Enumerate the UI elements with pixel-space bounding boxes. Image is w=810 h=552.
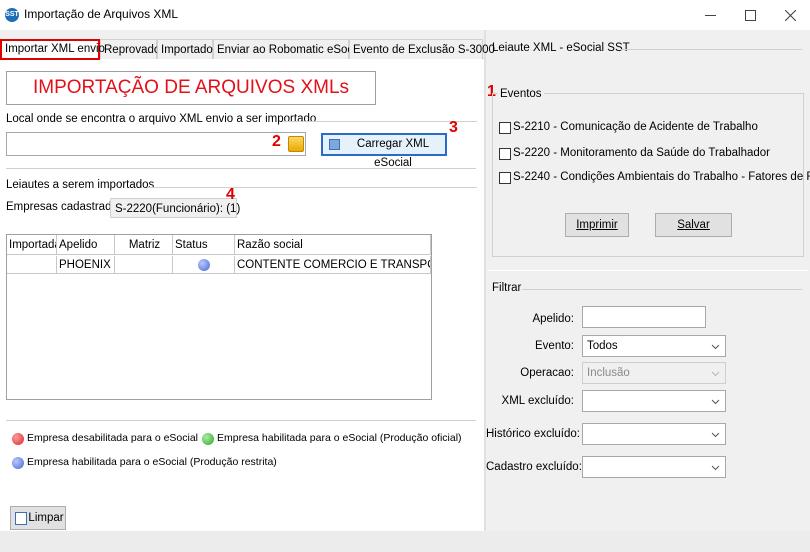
historico-excluido-select[interactable]	[582, 423, 726, 445]
event-s2240-label[interactable]: S-2240 - Condições Ambientais do Trabalh…	[513, 171, 810, 183]
chevron-down-icon	[711, 371, 720, 377]
checkbox-s2240[interactable]	[499, 172, 511, 184]
event-s2220-label[interactable]: S-2220 - Monitoramento da Saúde do Traba…	[513, 147, 770, 159]
cell-apelido[interactable]: PHOENIX	[57, 256, 115, 274]
document-icon	[329, 139, 340, 150]
layout-group-title: Leiaute XML - eSocial SST	[492, 42, 630, 54]
save-button[interactable]: Salvar	[655, 213, 732, 237]
filter-cadastro-excluido-label: Cadastro excluído:	[486, 461, 582, 473]
minimize-button[interactable]	[690, 0, 730, 30]
checkbox-s2210[interactable]	[499, 122, 511, 134]
apelido-input[interactable]	[582, 306, 706, 328]
section-divider	[6, 168, 476, 169]
clear-button[interactable]: Limpar	[10, 506, 66, 530]
legend-official-text: Empresa habilitada para o eSocial (Produ…	[217, 432, 462, 444]
tab-evento-exclusao[interactable]: Evento de Exclusão S-3000	[349, 39, 495, 59]
window-title: Importação de Arquivos XML	[24, 7, 179, 21]
cadastro-excluido-select[interactable]	[582, 456, 726, 478]
legend-restricted-text: Empresa habilitada para o eSocial (Produ…	[27, 456, 277, 468]
column-header-apelido[interactable]: Apelido	[57, 235, 115, 255]
filter-title: Filtrar	[492, 282, 522, 294]
clear-document-icon	[15, 512, 27, 525]
subtab-empresas-cadastradas[interactable]: Empresas cadastradas	[6, 201, 124, 213]
minimize-icon	[704, 14, 716, 16]
evento-select-value: Todos	[587, 340, 618, 352]
close-button[interactable]	[770, 0, 810, 30]
filter-divider	[522, 289, 802, 290]
maximize-icon	[744, 9, 756, 21]
events-group-title: Eventos	[498, 88, 544, 100]
checkbox-s2220[interactable]	[499, 148, 511, 160]
local-label: Local onde se encontra o arquivo XML env…	[6, 113, 317, 125]
legend-red-icon	[12, 433, 24, 445]
chevron-down-icon	[711, 432, 720, 438]
load-xml-esocial-button[interactable]: Carregar XML eSocial	[321, 133, 447, 169]
subtab-s2220-funcionario[interactable]: S-2220(Funcionário): (1)	[110, 198, 240, 218]
operacao-select[interactable]: Inclusão	[582, 362, 726, 384]
print-button[interactable]: Imprimir	[565, 213, 629, 237]
legend-disabled-text: Empresa desabilitada para o eSocial	[27, 432, 199, 444]
chevron-down-icon	[711, 344, 720, 350]
operacao-select-value: Inclusão	[587, 367, 630, 379]
chevron-down-icon	[711, 465, 720, 471]
legend-blue-icon	[12, 457, 24, 469]
panel-splitter[interactable]	[484, 30, 486, 531]
filter-separator	[488, 270, 808, 271]
filter-historico-excluido-label: Histórico excluído:	[486, 428, 580, 440]
cell-importada[interactable]	[7, 256, 57, 274]
column-header-status[interactable]: Status	[173, 235, 235, 255]
xml-path-input[interactable]	[6, 132, 306, 156]
maximize-button[interactable]	[730, 0, 770, 30]
bottom-strip	[0, 531, 810, 552]
layouts-divider	[147, 187, 477, 188]
local-divider	[283, 121, 477, 122]
filter-xml-excluido-label: XML excluído:	[501, 395, 574, 407]
layouts-label: Leiautes a serem importados	[6, 179, 155, 191]
tab-importado[interactable]: Importado	[157, 39, 213, 59]
filter-operacao-label: Operacao:	[520, 367, 574, 379]
tab-reprovado[interactable]: Reprovado	[100, 39, 160, 59]
evento-select[interactable]: Todos	[582, 335, 726, 357]
cell-razao-social[interactable]: CONTENTE COMERCIO E TRANSPORTE LTD	[235, 256, 431, 274]
folder-icon[interactable]	[288, 136, 304, 152]
tab-enviar-robomatic[interactable]: Enviar ao Robomatic eSocial	[213, 39, 365, 59]
filter-evento-label: Evento:	[535, 340, 574, 352]
legend-green-icon	[202, 433, 214, 445]
column-header-matriz[interactable]: Matriz	[115, 235, 173, 255]
clear-button-label: Limpar	[28, 512, 64, 524]
layout-group-divider	[620, 49, 802, 50]
column-header-importada[interactable]: Importada	[7, 235, 57, 255]
close-icon	[784, 9, 796, 21]
app-icon: SST	[5, 8, 19, 22]
legend-divider	[6, 420, 476, 421]
xml-excluido-select[interactable]	[582, 390, 726, 412]
companies-grid: Importada Apelido Matriz Status Razão so…	[6, 234, 432, 400]
chevron-down-icon	[711, 399, 720, 405]
annotation-4: 4	[226, 186, 235, 203]
cell-status[interactable]	[173, 256, 235, 274]
filter-apelido-label: Apelido:	[532, 313, 574, 325]
event-s2210-label[interactable]: S-2210 - Comunicação de Acidente de Trab…	[513, 121, 758, 133]
column-header-razao-social[interactable]: Razão social	[235, 235, 431, 255]
page-title-banner: IMPORTAÇÃO DE ARQUIVOS XMLs	[6, 71, 376, 105]
cell-matriz[interactable]	[115, 256, 173, 274]
annotation-2: 2	[272, 133, 281, 150]
annotation-3: 3	[449, 119, 458, 136]
status-dot-icon	[198, 259, 210, 271]
tab-importar-xml-envio[interactable]: Importar XML envio	[0, 39, 105, 60]
